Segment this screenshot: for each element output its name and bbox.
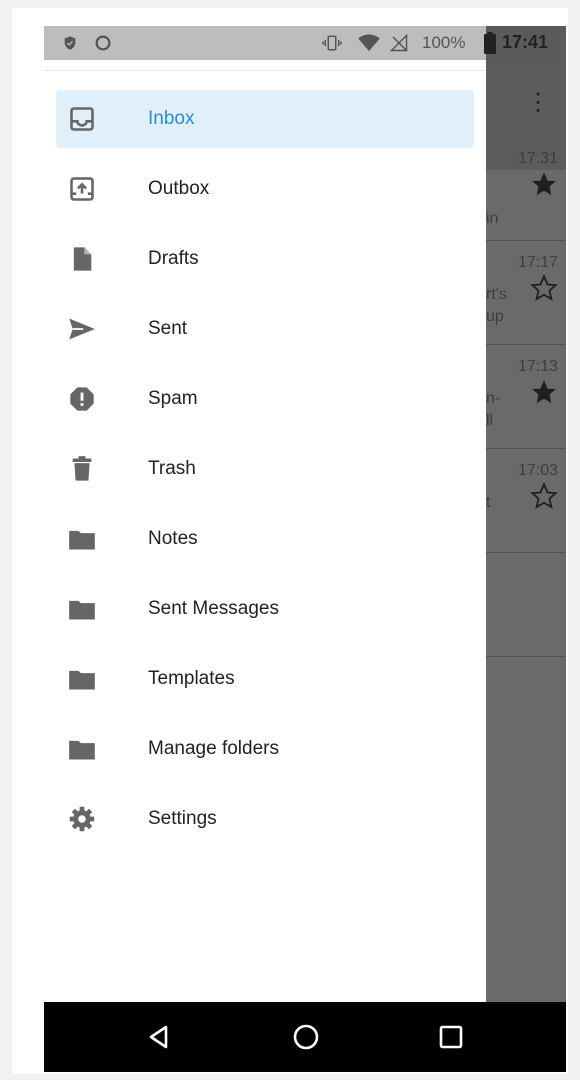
drawer-item-label: Spam	[148, 388, 198, 409]
drawer-item-sent-messages[interactable]: Sent Messages	[56, 580, 474, 638]
drawer-item-label: Templates	[148, 668, 235, 689]
drawer-item-trash[interactable]: Trash	[56, 440, 474, 498]
shield-icon	[64, 36, 76, 50]
drawer-item-templates[interactable]: Templates	[56, 650, 474, 708]
spam-icon	[70, 387, 94, 411]
star-outline-icon	[530, 274, 558, 301]
drawer-item-label: Settings	[148, 808, 217, 829]
recents-icon[interactable]	[434, 1020, 468, 1054]
battery-percentage: 100%	[422, 33, 466, 52]
drawer-item-label: Sent	[148, 318, 188, 339]
folder-icon	[69, 740, 95, 760]
star-filled-icon	[532, 380, 556, 403]
more-vert-icon: ⋮	[526, 89, 550, 116]
email-row: 17:03 t	[474, 448, 566, 553]
trash-icon	[72, 456, 92, 481]
drawer-item-label: Drafts	[148, 248, 199, 269]
email-row: 17:13 n- ll	[474, 344, 566, 449]
drawer-item-label: Trash	[148, 458, 196, 479]
send-icon	[69, 318, 95, 340]
star-filled-icon	[532, 172, 556, 195]
email-row: 17:17 rt's up	[474, 240, 566, 345]
phone-screen: ⋮ 17:31 in 17:17 rt's up 17:13 n- ll 17:…	[44, 26, 566, 1072]
drawer-item-label: Manage folders	[148, 738, 279, 759]
home-icon[interactable]	[289, 1020, 323, 1054]
email-snippet: t	[486, 494, 491, 511]
circle-icon	[95, 35, 111, 51]
status-time: 17:41	[502, 32, 549, 52]
no-signal-icon	[390, 34, 408, 52]
navigation-drawer: Inbox Outbox Drafts Sent Spam Trash Note…	[44, 60, 486, 1002]
vibrate-icon	[322, 35, 342, 51]
folder-icon	[69, 600, 95, 620]
drawer-item-drafts[interactable]: Drafts	[56, 230, 474, 288]
email-time: 17:31	[517, 150, 558, 167]
folder-icon	[69, 530, 95, 550]
email-time: 17:17	[517, 254, 558, 271]
gear-icon	[69, 806, 95, 832]
drawer-item-label: Notes	[148, 528, 198, 549]
drawer-item-settings[interactable]: Settings	[56, 790, 474, 848]
back-icon[interactable]	[142, 1020, 176, 1054]
drawer-item-label: Outbox	[148, 178, 210, 199]
email-snippet: rt's up	[486, 286, 507, 325]
draft-file-icon	[73, 247, 92, 271]
star-outline-icon	[530, 482, 558, 509]
email-row: 17:31 in	[474, 136, 566, 241]
outbox-icon	[70, 177, 94, 201]
status-bar: 100% 17:41	[44, 26, 566, 60]
folder-icon	[69, 670, 95, 690]
email-snippet: n- ll	[486, 390, 501, 429]
drawer-item-label: Sent Messages	[148, 598, 279, 619]
system-navigation-bar	[44, 1002, 566, 1072]
email-time: 17:13	[517, 358, 558, 375]
wifi-icon	[358, 34, 380, 52]
drawer-item-sent[interactable]: Sent	[56, 300, 474, 358]
email-row-empty	[474, 552, 566, 657]
email-snippet: in	[486, 210, 499, 227]
drawer-divider	[44, 70, 486, 71]
drawer-item-label: Inbox	[148, 108, 195, 129]
email-time: 17:03	[517, 462, 558, 479]
inbox-icon	[70, 107, 94, 131]
drawer-item-outbox[interactable]: Outbox	[56, 160, 474, 218]
drawer-item-manage-folders[interactable]: Manage folders	[56, 720, 474, 778]
drawer-item-notes[interactable]: Notes	[56, 510, 474, 568]
drawer-item-spam[interactable]: Spam	[56, 370, 474, 428]
battery-icon	[484, 32, 496, 54]
drawer-item-inbox[interactable]: Inbox	[56, 90, 474, 148]
